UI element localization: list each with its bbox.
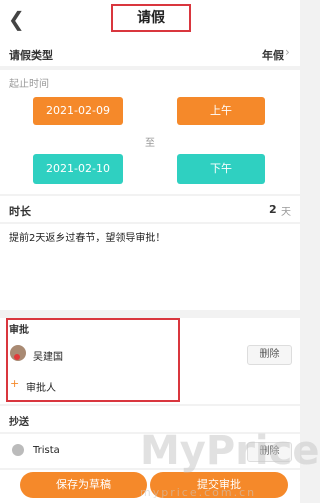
start-half-button[interactable]: 上午 — [177, 97, 265, 125]
back-button[interactable]: ❮ — [8, 7, 28, 31]
chevron-right-icon: › — [285, 45, 290, 59]
watermark-url: myprice.com.cn — [140, 486, 257, 499]
duration-label: 时长 — [9, 205, 31, 218]
save-draft-button[interactable]: 保存为草稿 — [20, 472, 147, 498]
leave-type-value: 年假 — [262, 49, 284, 62]
reason-text: 提前2天返乡过春节，望领导审批！ — [9, 233, 166, 244]
leave-type-label: 请假类型 — [9, 49, 53, 62]
period-separator: 至 — [145, 138, 155, 149]
delete-approver-button[interactable]: 删除 — [247, 345, 292, 365]
end-date-button[interactable]: 2021-02-10 — [33, 154, 123, 184]
period-label: 起止时间 — [9, 79, 49, 90]
chevron-left-icon: ❮ — [8, 7, 25, 31]
page-title: 请假 — [111, 4, 191, 32]
watermark-logo: MyPrice — [140, 428, 320, 474]
end-half-button[interactable]: 下午 — [177, 154, 265, 184]
duration-value: 2 — [269, 203, 277, 216]
avatar — [12, 444, 24, 456]
annotation-highlight — [6, 318, 180, 402]
cc-person-name: Trista — [33, 445, 60, 456]
duration-unit: 天 — [281, 207, 291, 218]
cc-label: 抄送 — [9, 417, 29, 428]
start-date-button[interactable]: 2021-02-09 — [33, 97, 123, 125]
duration-row — [0, 196, 300, 222]
